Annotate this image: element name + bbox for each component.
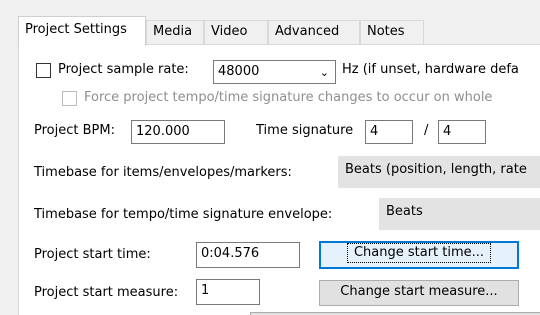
start-measure-label: Project start measure: — [34, 285, 179, 300]
start-time-input[interactable]: 0:04.576 — [196, 242, 300, 268]
change-start-time-label: Change start time... — [346, 243, 492, 263]
bpm-input[interactable]: 120.000 — [131, 120, 225, 144]
force-tempo-label: Force project tempo/time signature chang… — [84, 90, 493, 105]
sample-rate-value: 48000 — [218, 64, 260, 79]
sample-rate-select[interactable]: 48000 ⌄ — [213, 60, 336, 84]
timebase-tempo-select[interactable]: Beats — [379, 198, 540, 230]
tab-advanced[interactable]: Advanced — [268, 20, 360, 44]
timebase-items-select[interactable]: Beats (position, length, rate — [338, 156, 540, 188]
sample-rate-label: Project sample rate: — [58, 62, 189, 77]
timebase-tempo-value: Beats — [386, 204, 423, 219]
tab-media[interactable]: Media — [146, 20, 204, 44]
timebase-items-value: Beats (position, length, rate — [345, 162, 527, 177]
chevron-down-icon: ⌄ — [319, 66, 329, 79]
force-tempo-checkbox[interactable] — [62, 91, 77, 106]
start-measure-input[interactable]: 1 — [196, 279, 260, 305]
tab-video[interactable]: Video — [204, 20, 268, 44]
tab-notes[interactable]: Notes — [360, 20, 424, 44]
change-start-time-button[interactable]: Change start time... — [319, 241, 519, 269]
change-start-measure-button[interactable]: Change start measure... — [319, 280, 519, 306]
tab-project-settings[interactable]: Project Settings — [18, 16, 146, 46]
sample-rate-checkbox[interactable] — [36, 63, 51, 78]
timebase-items-label: Timebase for items/envelopes/markers: — [34, 165, 292, 180]
time-signature-label: Time signature — [256, 123, 354, 138]
sample-rate-hint: Hz (if unset, hardware defa — [342, 62, 519, 77]
timebase-tempo-label: Timebase for tempo/time signature envelo… — [34, 207, 333, 222]
start-time-label: Project start time: — [34, 247, 151, 262]
bpm-label: Project BPM: — [34, 123, 115, 138]
time-signature-numerator-input[interactable]: 4 — [365, 120, 413, 144]
time-signature-denominator-input[interactable]: 4 — [438, 120, 486, 144]
time-signature-separator: / — [424, 123, 429, 138]
